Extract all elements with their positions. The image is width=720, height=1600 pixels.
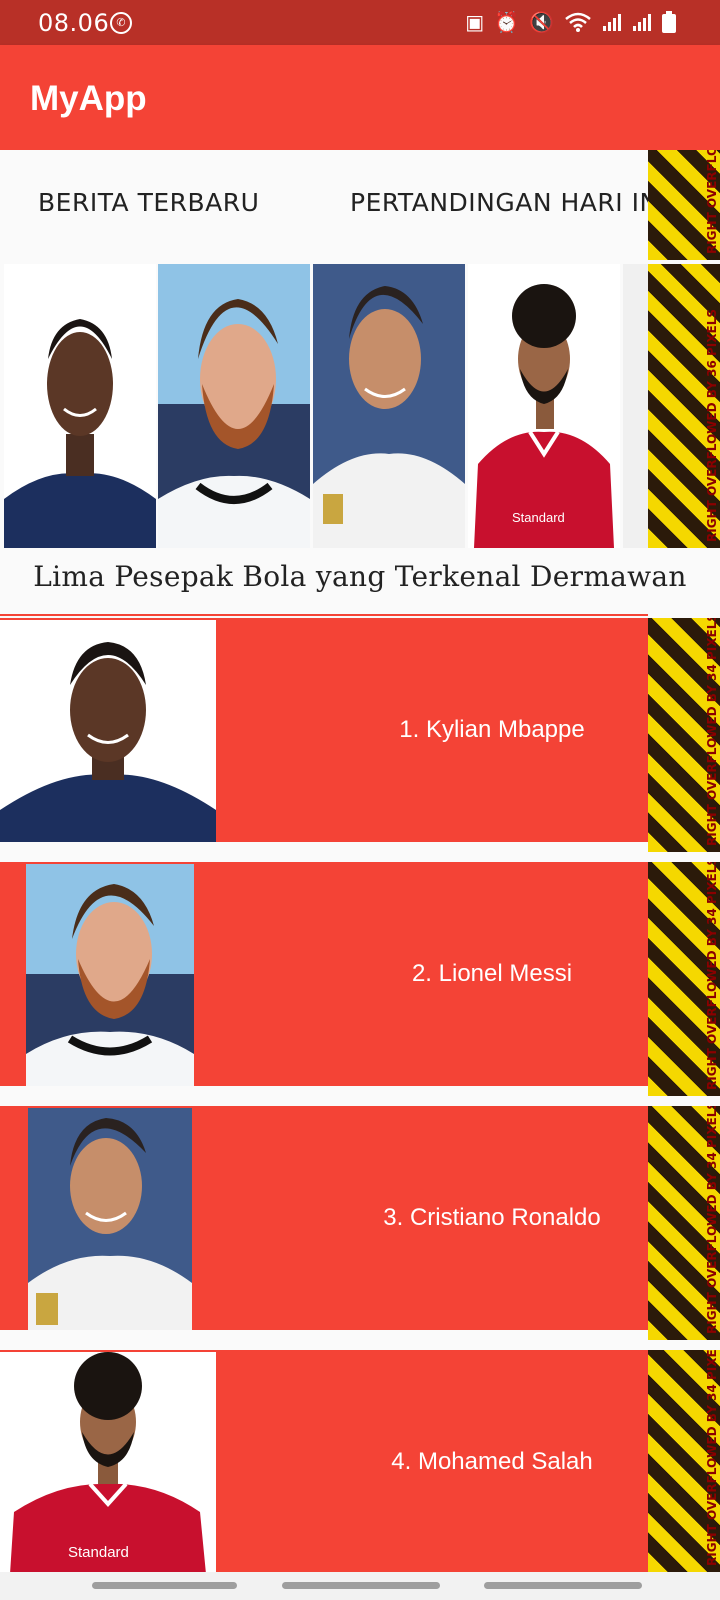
- kylian-mbappe-photo: [0, 620, 216, 842]
- svg-text:Standard: Standard: [512, 510, 565, 525]
- tab-berita-terbaru[interactable]: BERITA TERBARU: [38, 188, 259, 217]
- mute-icon: 🔇: [529, 10, 554, 34]
- section-title: Lima Pesepak Bola yang Terkenal Dermawan: [33, 560, 687, 593]
- screenshot-icon: ▣: [465, 10, 485, 34]
- mohamed-salah-photo: Standard: [0, 1352, 216, 1574]
- list-item[interactable]: Standard 4. Mohamed Salah: [0, 1350, 648, 1574]
- lionel-messi-photo[interactable]: [158, 264, 310, 548]
- recent-apps-button[interactable]: [92, 1582, 237, 1589]
- overflow-indicator: RIGHT OVERFLOWED BY 36 PIXELS: [648, 264, 720, 548]
- list-item[interactable]: 1. Kylian Mbappe: [0, 618, 648, 842]
- cristiano-ronaldo-photo[interactable]: [313, 264, 465, 548]
- status-icons: ▣ ⏰ 🔇: [465, 10, 676, 34]
- status-bar: 08.06 ✆ ▣ ⏰ 🔇: [0, 0, 720, 45]
- app-title: MyApp: [30, 79, 147, 118]
- lionel-messi-photo: [26, 864, 194, 1086]
- whatsapp-icon: ✆: [110, 12, 132, 34]
- list-item[interactable]: 2. Lionel Messi: [0, 862, 648, 1086]
- tab-pertandingan-hari-ini[interactable]: PERTANDINGAN HARI INI: [350, 188, 648, 217]
- app-bar: MyApp: [0, 45, 720, 150]
- back-button[interactable]: [484, 1582, 642, 1589]
- battery-icon: [662, 11, 676, 33]
- player-name: 1. Kylian Mbappe: [399, 716, 585, 743]
- overflow-indicator: RIGHT OVERFLOWED BY 34 PIXELS: [648, 1106, 720, 1340]
- kylian-mbappe-photo[interactable]: [4, 264, 156, 548]
- system-navigation-bar: [0, 1572, 720, 1600]
- cristiano-ronaldo-photo: [28, 1108, 192, 1330]
- overflow-indicator: RIGHT OVERFLOWED BY 34 PIXELS: [648, 1350, 720, 1572]
- tab-row: BERITA TERBARU PERTANDINGAN HARI INI: [0, 150, 648, 260]
- overflow-indicator: RIGHT OVERFLOWED BY 34 PIXELS: [648, 618, 720, 852]
- alarm-icon: ⏰: [494, 10, 520, 34]
- mohamed-salah-photo[interactable]: Standard: [468, 264, 620, 548]
- fifth-player-photo[interactable]: [623, 264, 648, 548]
- wifi-icon: [565, 12, 591, 32]
- overflow-indicator: RIGHT OVERFLOWED BY 34 PIXELS: [648, 862, 720, 1096]
- divider: [0, 614, 648, 616]
- overflow-indicator: RIGHT OVERFLOWED BY 5.: [648, 150, 720, 260]
- player-name: 2. Lionel Messi: [411, 960, 573, 987]
- signal-icon: [603, 14, 621, 31]
- list-item[interactable]: 3. Cristiano Ronaldo: [0, 1106, 648, 1330]
- photo-gallery: Standard: [0, 264, 648, 548]
- svg-text:Standard: Standard: [68, 1544, 129, 1561]
- status-time: 08.06: [38, 9, 110, 37]
- player-name: 4. Mohamed Salah: [391, 1448, 593, 1475]
- home-button[interactable]: [282, 1582, 440, 1589]
- player-name: 3. Cristiano Ronaldo: [383, 1204, 601, 1231]
- signal-icon: [633, 14, 651, 31]
